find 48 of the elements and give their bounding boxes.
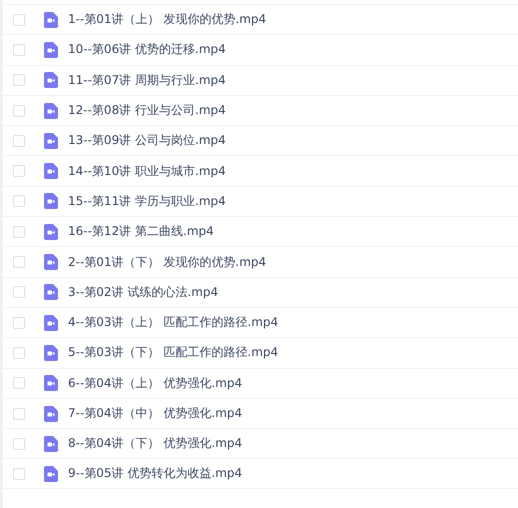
checkbox[interactable] [13,195,25,208]
video-file-icon [44,72,58,88]
video-file-icon [44,314,58,331]
checkbox[interactable] [13,226,25,238]
checkbox[interactable] [13,256,25,268]
video-file-icon [44,42,58,58]
checkbox[interactable] [13,286,25,298]
checkbox[interactable] [13,316,25,329]
video-file-icon [44,284,58,300]
file-name[interactable]: 7--第04讲（中） 优势强化.mp4 [68,405,242,422]
checkbox[interactable] [13,44,25,56]
checkbox[interactable] [13,377,25,390]
video-file-icon [44,102,58,119]
checkbox[interactable] [13,14,25,26]
file-name[interactable]: 5--第03讲（下） 匹配工作的路径.mp4 [68,344,278,362]
checkbox[interactable] [13,438,25,450]
checkbox[interactable] [13,346,25,359]
file-name[interactable]: 6--第04讲（上） 优势强化.mp4 [68,374,242,392]
checkbox[interactable] [13,468,25,480]
file-name[interactable]: 12--第08讲 行业与公司.mp4 [68,102,226,120]
file-name[interactable]: 11--第07讲 周期与行业.mp4 [68,72,226,89]
video-file-icon [44,224,58,240]
file-name[interactable]: 1--第01讲（上） 发现你的优势.mp4 [68,11,266,28]
checkbox[interactable] [13,104,25,117]
file-name[interactable]: 4--第03讲（上） 匹配工作的路径.mp4 [68,314,278,332]
file-name[interactable]: 8--第04讲（下） 优势强化.mp4 [68,435,242,452]
video-file-icon [44,344,58,361]
checkbox[interactable] [13,134,25,147]
file-name[interactable]: 14--第10讲 职业与城市.mp4 [68,162,226,180]
file-name[interactable]: 9--第05讲 优势转化为收益.mp4 [68,465,242,482]
video-file-icon [44,12,58,28]
checkbox[interactable] [13,74,25,86]
video-file-icon [44,375,58,392]
checkbox[interactable] [13,408,25,420]
video-file-icon [44,254,58,270]
file-name[interactable]: 3--第02讲 试练的心法.mp4 [68,284,218,301]
file-name[interactable]: 16--第12讲 第二曲线.mp4 [68,223,214,240]
video-file-icon [44,466,58,482]
video-file-icon [44,163,58,180]
file-name[interactable]: 2--第01讲（下） 发现你的优势.mp4 [68,254,266,271]
video-file-icon [44,436,58,452]
video-file-icon [44,132,58,149]
file-name[interactable]: 13--第09讲 公司与岗位.mp4 [68,132,226,150]
file-name[interactable]: 15--第11讲 学历与职业.mp4 [68,192,226,210]
checkbox[interactable] [13,165,25,178]
video-file-icon [44,193,58,210]
file-name[interactable]: 10--第06讲 优势的迁移.mp4 [68,41,226,58]
video-file-icon [44,406,58,422]
